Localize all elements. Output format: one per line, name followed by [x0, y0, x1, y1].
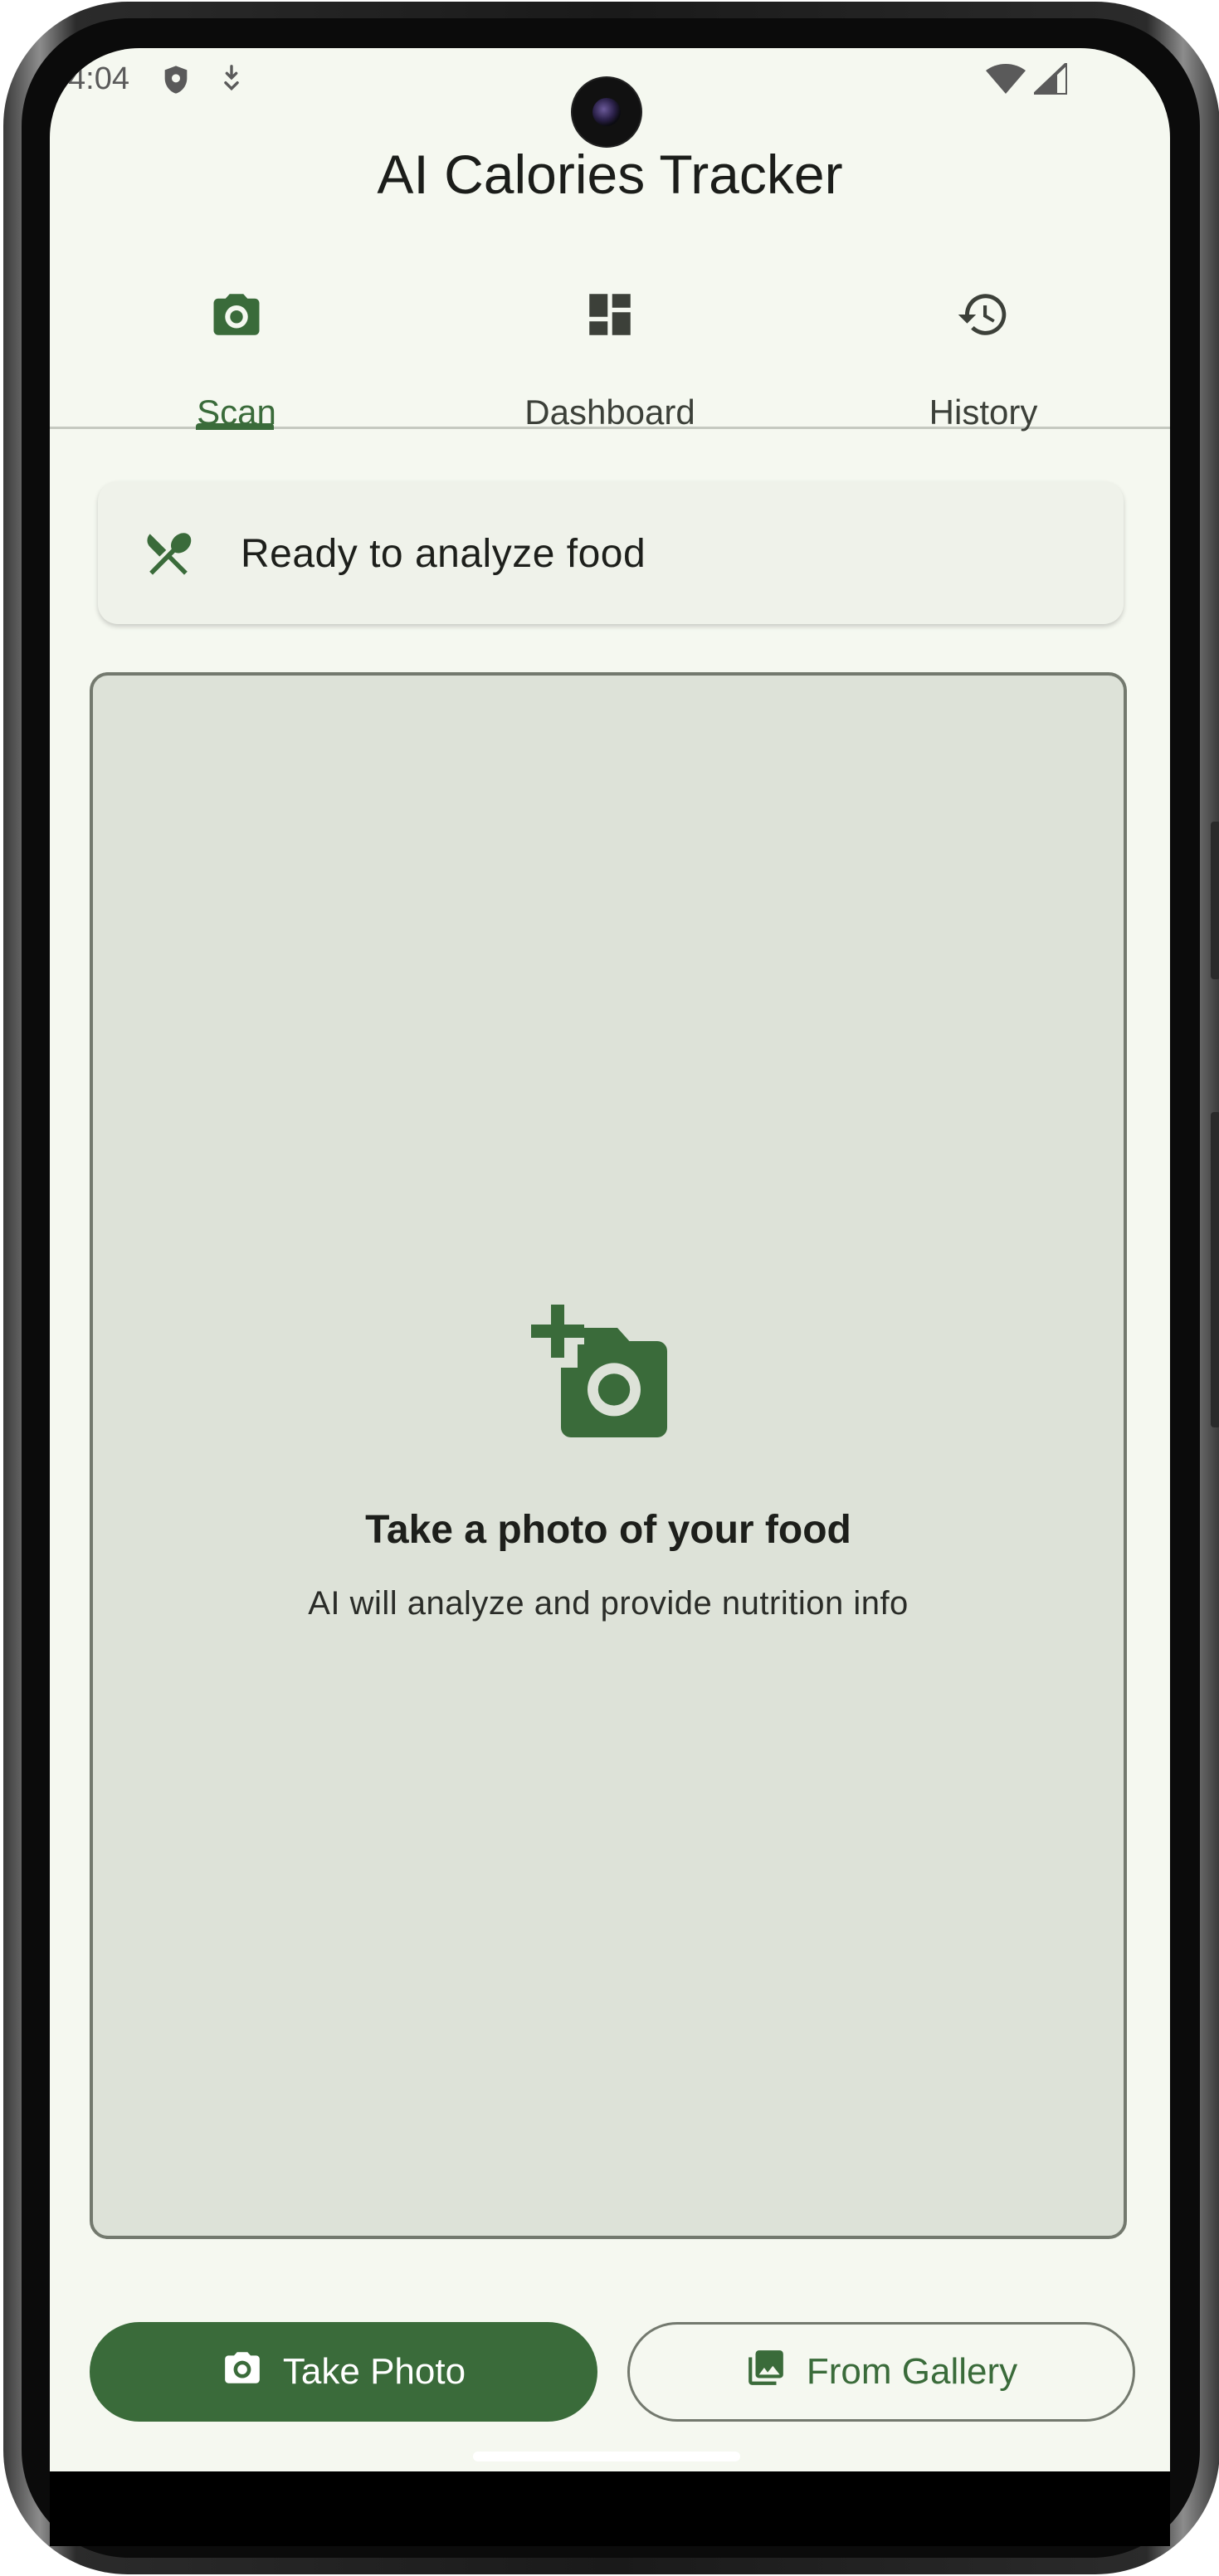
- placeholder-subtitle: AI will analyze and provide nutrition in…: [308, 1585, 909, 1622]
- signal-icon: [1029, 59, 1069, 99]
- tab-dashboard-label: Dashboard: [524, 393, 695, 432]
- tab-bar: Scan Dashboard History: [50, 271, 1170, 432]
- tab-history[interactable]: History: [797, 271, 1170, 432]
- photo-preview-area[interactable]: Take a photo of your food AI will analyz…: [90, 672, 1127, 2239]
- volume-button: [1211, 822, 1219, 979]
- power-button: [1211, 1112, 1219, 1427]
- camera-icon: [222, 2347, 263, 2398]
- tab-history-label: History: [929, 393, 1038, 432]
- phone-device: 4:04 AI Calories Tracker Scan Dashboard …: [0, 0, 1219, 2576]
- from-gallery-label: From Gallery: [806, 2351, 1018, 2392]
- wifi-icon: [986, 63, 1026, 99]
- tab-scan[interactable]: Scan: [50, 271, 423, 430]
- tab-dashboard[interactable]: Dashboard: [423, 271, 797, 432]
- take-photo-label: Take Photo: [282, 2351, 466, 2392]
- status-card: Ready to analyze food: [98, 481, 1124, 624]
- from-gallery-button[interactable]: From Gallery: [627, 2322, 1135, 2422]
- app-title: AI Calories Tracker: [377, 144, 843, 205]
- gallery-icon: [745, 2347, 787, 2398]
- front-camera: [573, 78, 641, 146]
- navigation-bar: [50, 2471, 1170, 2546]
- status-time: 4:04: [68, 61, 129, 96]
- status-card-text: Ready to analyze food: [241, 532, 646, 576]
- add-a-photo-icon: [531, 1305, 690, 1455]
- history-icon: [954, 287, 1012, 346]
- active-tab-indicator: [196, 423, 274, 430]
- placeholder-title: Take a photo of your food: [365, 1508, 851, 1552]
- take-photo-button[interactable]: Take Photo: [90, 2322, 597, 2422]
- download-icon: [217, 61, 246, 99]
- camera-icon: [209, 287, 264, 346]
- home-gesture-handle[interactable]: [473, 2452, 740, 2461]
- restaurant-icon: [141, 526, 196, 585]
- dashboard-icon: [583, 287, 637, 346]
- shield-icon: [159, 61, 193, 102]
- app-screen: 4:04 AI Calories Tracker Scan Dashboard …: [50, 48, 1170, 2471]
